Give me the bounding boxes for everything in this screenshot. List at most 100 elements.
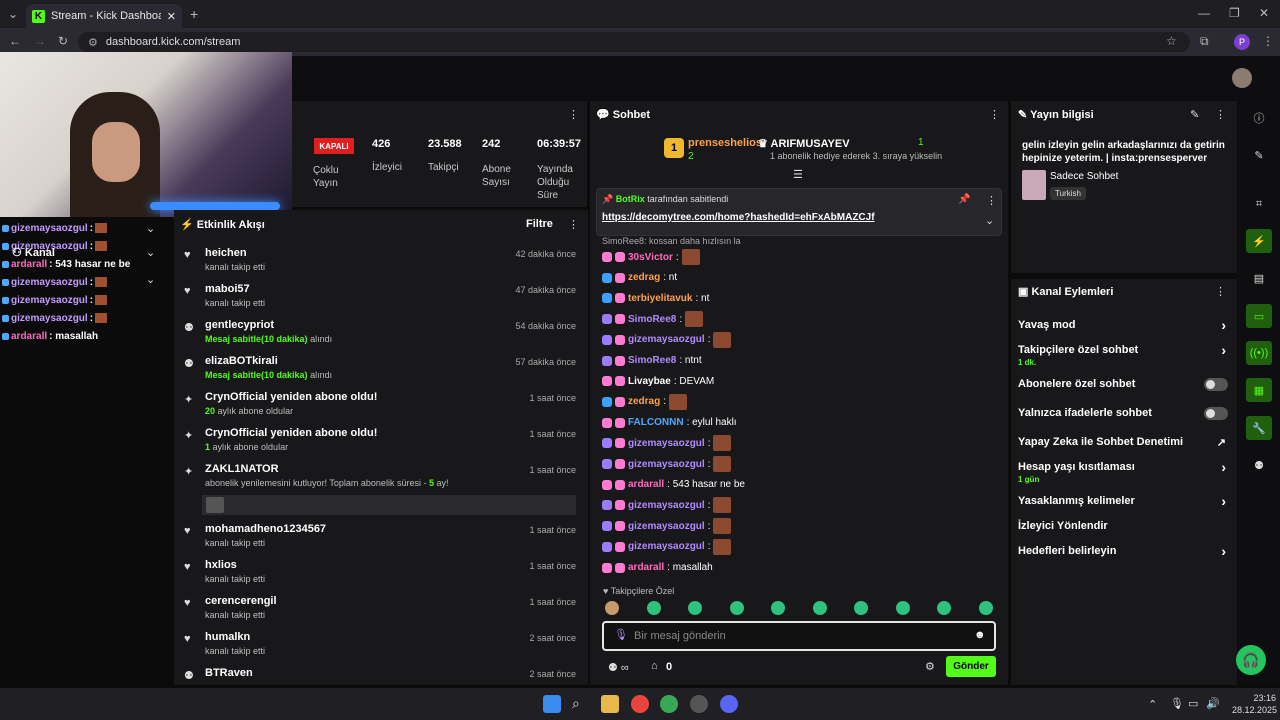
- window-close-icon[interactable]: ✕: [1259, 6, 1269, 20]
- toggle-switch[interactable]: [1204, 378, 1228, 391]
- stats-menu-icon[interactable]: ⋮: [568, 108, 579, 121]
- activity-item[interactable]: ✦ ZAKL1NATOR abonelik yenilemesini kutluyo…: [184, 463, 578, 519]
- info-icon[interactable]: ⓘ: [1246, 106, 1272, 130]
- chat-message[interactable]: SimoRee8:: [602, 310, 704, 328]
- quick-emote-icon[interactable]: [812, 601, 827, 615]
- unpin-icon[interactable]: 📌: [958, 194, 970, 205]
- tab-search-icon[interactable]: ⌄: [8, 7, 18, 21]
- chat-menu-icon[interactable]: ⋮: [989, 108, 1000, 121]
- activity-menu-icon[interactable]: ⋮: [568, 218, 579, 231]
- quick-emote-icon[interactable]: [895, 601, 910, 615]
- channel-points-icon[interactable]: ⚉ ∞: [608, 661, 629, 674]
- chevron-down-icon[interactable]: ⌄: [146, 222, 155, 235]
- activity-item[interactable]: ✦ CrynOfficial yeniden abone oldu! 1 aylık…: [184, 427, 578, 459]
- activity-item[interactable]: ⚉ elizaBOTkirali Mesaj sabitle(10 dakika) …: [184, 355, 578, 387]
- channel-action-row[interactable]: Takipçilere özel sohbet 1 dk. ›: [1018, 342, 1230, 367]
- chat-message[interactable]: gizemaysaozgul:: [602, 455, 732, 473]
- channel-action-row[interactable]: Hesap yaşı kısıtlaması 1 gün ›: [1018, 459, 1230, 484]
- pinned-expand-icon[interactable]: ⌄: [985, 214, 994, 227]
- quick-emote-icon[interactable]: [605, 601, 619, 615]
- channel-action-row[interactable]: Abonelere özel sohbet: [1018, 378, 1230, 391]
- browser-menu-icon[interactable]: ⋮: [1262, 34, 1274, 48]
- quick-emote-icon[interactable]: [854, 601, 868, 615]
- toggle-switch[interactable]: [1204, 407, 1228, 420]
- new-tab-icon[interactable]: +: [190, 6, 198, 22]
- multi-stream-label[interactable]: Çoklu Yayın: [313, 164, 363, 190]
- chat-username[interactable]: SimoRee8: [628, 314, 676, 325]
- top-gifter-name[interactable]: prenseshelios: [688, 137, 762, 149]
- edit-icon[interactable]: ✎: [1246, 143, 1272, 167]
- chat-settings-icon[interactable]: ⚙: [925, 660, 935, 673]
- pinned-link[interactable]: https://decomytree.com/home?hashedId=ehF…: [602, 212, 875, 223]
- chat-username[interactable]: zedrag: [628, 396, 660, 407]
- category-name[interactable]: Sadece Sohbet: [1050, 171, 1118, 182]
- chevron-down-icon[interactable]: ⌄: [146, 273, 155, 286]
- system-clock[interactable]: 23:16 28.12.2025: [1232, 692, 1277, 716]
- maximize-icon[interactable]: ❐: [1229, 6, 1240, 20]
- store-icon[interactable]: ⌂: [651, 660, 658, 672]
- chat-message[interactable]: Livaybae: DEVAM: [602, 372, 714, 390]
- activity-item[interactable]: ♥ mohamadheno1234567 kanalı takip etti 1 sa…: [184, 523, 578, 555]
- file-explorer-icon[interactable]: [601, 695, 619, 713]
- chat-message[interactable]: gizemaysaozgul:: [602, 538, 732, 556]
- chat-message[interactable]: 30sVictor:: [602, 248, 700, 266]
- chat-username[interactable]: gizemaysaozgul: [628, 459, 705, 470]
- site-info-icon[interactable]: ⚙: [88, 36, 98, 49]
- document-icon[interactable]: ▤: [1246, 266, 1272, 290]
- channel-action-row[interactable]: Yalnızca ifadelerle sohbet: [1018, 407, 1230, 420]
- chat-message[interactable]: gizemaysaozgul:: [602, 434, 732, 452]
- quick-emote-icon[interactable]: [771, 601, 785, 615]
- address-bar[interactable]: ⚙ dashboard.kick.com/stream: [78, 32, 1190, 52]
- chat-message[interactable]: zedrag: nt: [602, 269, 677, 287]
- stats-icon[interactable]: ▦: [1246, 378, 1272, 402]
- channel-action-row[interactable]: Yapay Zeka ile Sohbet Denetimi ↗: [1018, 436, 1230, 449]
- actions-menu-icon[interactable]: ⋮: [1215, 285, 1226, 298]
- activity-item[interactable]: ♥ cerencerengil kanalı takip etti 1 saat ön…: [184, 595, 578, 627]
- focus-icon[interactable]: ⌗: [1246, 192, 1272, 216]
- chat-username[interactable]: Livaybae: [628, 376, 671, 387]
- tab-close-icon[interactable]: ✕: [167, 10, 176, 23]
- profile-avatar[interactable]: P: [1234, 34, 1250, 50]
- network-icon[interactable]: ▭: [1188, 697, 1198, 710]
- support-headset-icon[interactable]: 🎧: [1236, 645, 1266, 675]
- broadcast-icon[interactable]: ((•)): [1246, 341, 1272, 365]
- obs-icon[interactable]: [690, 695, 708, 713]
- chat-username[interactable]: ardarall: [628, 562, 664, 573]
- user-avatar[interactable]: [1232, 68, 1252, 88]
- activity-item[interactable]: ♥ maboi57 kanalı takip etti 47 dakika önce: [184, 283, 578, 315]
- tray-chevron-icon[interactable]: ⌃: [1148, 698, 1157, 711]
- bookmark-star-icon[interactable]: ☆: [1166, 34, 1177, 48]
- quick-emote-icon[interactable]: [646, 601, 661, 615]
- quick-emote-icon[interactable]: [729, 601, 744, 615]
- forward-icon[interactable]: →: [34, 34, 46, 48]
- chevron-down-icon[interactable]: ⌄: [146, 246, 155, 259]
- collapse-leaderboard-icon[interactable]: ☰: [793, 168, 803, 181]
- chat-username[interactable]: FALCONNN: [628, 417, 684, 428]
- chat-username[interactable]: SimoRee8: [628, 355, 676, 366]
- chat-message-input[interactable]: Bir mesaj gönderin: [602, 621, 996, 651]
- edit-info-icon[interactable]: ✎: [1190, 108, 1199, 121]
- chat-username[interactable]: zedrag: [628, 272, 660, 283]
- minimize-icon[interactable]: —: [1198, 6, 1210, 20]
- chat-message[interactable]: SimoRee8: ntnt: [602, 352, 702, 370]
- chat-username[interactable]: terbiyelitavuk: [628, 293, 692, 304]
- chat-message[interactable]: gizemaysaozgul:: [602, 331, 732, 349]
- wrench-icon[interactable]: 🔧: [1246, 416, 1272, 440]
- microphone-tray-icon[interactable]: 🎙: [1170, 697, 1184, 710]
- channel-action-row[interactable]: Hedefleri belirleyin ›: [1018, 543, 1230, 559]
- info-menu-icon[interactable]: ⋮: [1215, 108, 1226, 121]
- chat-icon[interactable]: ▭: [1246, 304, 1272, 328]
- chat-username[interactable]: ardarall: [628, 479, 664, 490]
- more-apps-icon[interactable]: ⚉: [1246, 453, 1272, 477]
- chat-username[interactable]: gizemaysaozgul: [628, 541, 705, 552]
- kanal-nav-item[interactable]: ⚇ Kanal: [12, 246, 55, 259]
- activity-item[interactable]: ♥ hxlios kanalı takip etti 1 saat önce: [184, 559, 578, 591]
- activity-item[interactable]: ✦ CrynOfficial yeniden abone oldu! 20 aylı…: [184, 391, 578, 423]
- quick-emote-icon[interactable]: [688, 601, 702, 615]
- volume-icon[interactable]: 🔊: [1206, 697, 1220, 710]
- back-icon[interactable]: ←: [9, 34, 21, 48]
- activity-item[interactable]: ♥ humalkn kanalı takip etti 2 saat önce: [184, 631, 578, 663]
- chat-username[interactable]: 30sVictor: [628, 252, 673, 263]
- quick-emote-icon[interactable]: [978, 601, 993, 615]
- chat-message[interactable]: FALCONNN: eylul haklı: [602, 414, 737, 432]
